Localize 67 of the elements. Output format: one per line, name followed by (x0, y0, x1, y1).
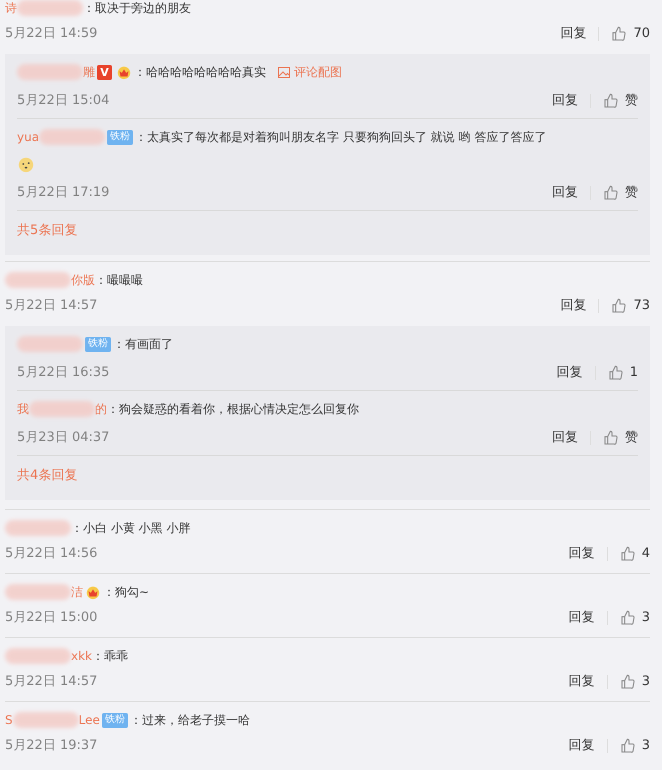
timestamp: 5月22日 14:56 (5, 545, 98, 564)
reply-link[interactable]: 回复 (560, 296, 586, 316)
blurred-name (17, 336, 83, 352)
like-button[interactable]: 3 (620, 736, 650, 756)
thumbs-up-icon (620, 610, 636, 626)
thumbs-up-icon (611, 26, 628, 42)
timestamp: 5月22日 17:19 (17, 184, 110, 202)
reply-link[interactable]: 回复 (556, 363, 583, 383)
like-button[interactable]: 4 (620, 544, 650, 564)
comment-text: ：小白 小黄 小黑 小胖 (71, 520, 190, 537)
blurred-name (5, 272, 71, 288)
verified-badge: V (97, 64, 112, 80)
like-button[interactable]: 赞 (603, 183, 638, 203)
reply-link[interactable]: 回复 (560, 24, 586, 44)
thumbs-up-icon (620, 546, 636, 562)
reply-text: ：太真实了每次都是对着狗叫朋友名字 只要狗狗回头了 就说 哟 答应了答应了 (135, 129, 546, 146)
crown-badge-icon (85, 584, 101, 600)
blurred-name (29, 401, 95, 417)
timestamp: 5月22日 14:57 (5, 673, 98, 692)
fan-badge: 铁粉 (102, 712, 128, 728)
fan-badge: 铁粉 (107, 130, 134, 144)
timestamp: 5月22日 19:37 (5, 737, 98, 756)
timestamp: 5月22日 14:59 (5, 25, 98, 44)
image-icon (278, 66, 290, 78)
thumbs-up-icon (620, 738, 636, 754)
thumbs-up-icon (603, 185, 619, 201)
thumbs-up-icon (620, 674, 636, 690)
blurred-name (5, 648, 71, 664)
thumbs-up-icon (611, 298, 628, 314)
comment-text: ：乖乖 (92, 648, 128, 665)
reply-text: ：哈哈哈哈哈哈哈哈真实 (134, 64, 266, 81)
blurred-name (5, 584, 71, 600)
comment-text: ：狗勾~ (103, 584, 150, 601)
timestamp: 5月22日 15:00 (5, 609, 98, 628)
blurred-name (17, 0, 83, 16)
comment-text: ：嘬嘬嘬 (95, 272, 143, 289)
like-button[interactable]: 73 (611, 296, 650, 316)
fan-badge: 铁粉 (85, 336, 111, 352)
reply-link[interactable]: 回复 (568, 672, 595, 692)
like-button[interactable]: 1 (608, 363, 638, 383)
reply-link[interactable]: 回复 (568, 544, 595, 564)
blurred-name (5, 520, 71, 536)
thumbs-up-icon (603, 93, 619, 109)
like-button[interactable]: 3 (620, 608, 650, 628)
reply-link[interactable]: 回复 (552, 428, 578, 448)
thumbs-up-icon (603, 430, 619, 446)
timestamp: 5月23日 04:37 (17, 429, 110, 448)
reply-text: ：狗会疑惑的看着你，根据心情决定怎么回复你 (107, 401, 359, 418)
reply-link[interactable]: 回复 (552, 91, 578, 111)
crown-badge-icon (116, 64, 132, 80)
blurred-name (39, 129, 106, 145)
timestamp: 5月22日 16:35 (17, 364, 110, 382)
like-button[interactable]: 赞 (603, 91, 638, 111)
like-button[interactable]: 70 (611, 24, 650, 44)
reply-text: ：有画面了 (113, 336, 173, 353)
like-button[interactable]: 赞 (603, 428, 638, 448)
blurred-name (17, 64, 83, 80)
reply-link[interactable]: 回复 (568, 736, 595, 756)
like-button[interactable]: 3 (620, 672, 650, 692)
comment-text: ：取决于旁边的朋友 (83, 0, 191, 16)
reply-link[interactable]: 回复 (552, 183, 578, 203)
comment-text: ：过来，给老子摸一哈 (130, 712, 250, 729)
timestamp: 5月22日 14:57 (5, 297, 98, 316)
reply-link[interactable]: 回复 (568, 608, 595, 628)
timestamp: 5月22日 15:04 (17, 92, 110, 110)
blurred-name (12, 712, 79, 728)
thumbs-up-icon (608, 365, 624, 381)
